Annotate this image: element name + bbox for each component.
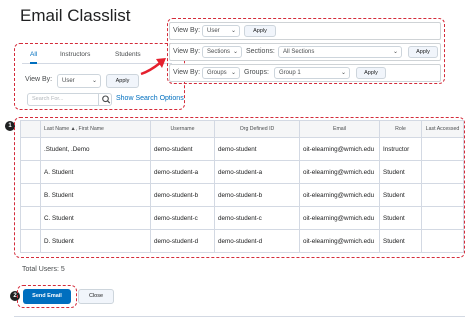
select-all-header (20, 120, 41, 138)
table-row[interactable]: A. Student demo-student-a demo-student-a… (20, 160, 464, 184)
groups-value: Group 1 (279, 70, 301, 76)
view-by-value: Groups (207, 70, 227, 76)
tab-instructors[interactable]: Instructors (60, 50, 90, 64)
email-cell: oit-elearning@wmich.edu (299, 206, 380, 230)
last-accessed-header[interactable]: Last Accessed (421, 120, 464, 138)
org-id-cell: demo-student-a (214, 160, 300, 184)
org-id-cell: demo-student-b (214, 183, 300, 207)
email-header[interactable]: Email (299, 120, 380, 138)
last-accessed-cell (421, 160, 464, 184)
view-by-select[interactable]: User ⌄ (57, 74, 101, 88)
sections-label: Sections: (246, 48, 275, 55)
apply-button[interactable]: Apply (244, 25, 276, 37)
last-accessed-cell (421, 183, 464, 207)
role-cell: Student (379, 160, 422, 184)
username-cell: demo-student-d (150, 229, 215, 253)
view-by-label: View By: (25, 76, 53, 83)
row-checkbox[interactable] (20, 206, 41, 230)
org-id-header[interactable]: Org Defined ID (214, 120, 300, 138)
table-row[interactable]: C. Student demo-student-c demo-student-c… (20, 206, 464, 230)
last-accessed-cell (421, 137, 464, 161)
view-by-select[interactable]: Sections ⌄ (202, 46, 242, 58)
view-by-label: View By: (173, 48, 201, 55)
close-button[interactable]: Close (78, 289, 114, 304)
view-by-value: User (207, 28, 220, 34)
row-checkbox[interactable] (20, 183, 41, 207)
apply-button[interactable]: Apply (106, 74, 139, 88)
username-cell: demo-student-b (150, 183, 215, 207)
footer-divider (14, 316, 465, 317)
table-row[interactable]: B. Student demo-student-b demo-student-b… (20, 183, 464, 207)
view-by-value: User (62, 78, 75, 84)
email-cell: oit-elearning@wmich.edu (299, 137, 380, 161)
chevron-down-icon: ⌄ (91, 78, 97, 84)
filter-variant-groups: View By: Groups ⌄ Groups: Group 1 ⌄ Appl… (169, 64, 441, 82)
search-icon (102, 95, 111, 104)
show-search-options-link[interactable]: Show Search Options (116, 95, 184, 102)
view-by-label: View By: (173, 27, 201, 34)
table-row[interactable]: D. Student demo-student-d demo-student-d… (20, 229, 464, 253)
sections-select[interactable]: All Sections ⌄ (278, 46, 402, 58)
name-cell: .Student, .Demo (40, 137, 151, 161)
name-cell: C. Student (40, 206, 151, 230)
classlist-table: Last Name ▲, First Name Username Org Def… (20, 120, 464, 253)
apply-button[interactable]: Apply (408, 46, 438, 58)
role-cell: Student (379, 206, 422, 230)
username-cell: demo-student (150, 137, 215, 161)
name-cell: B. Student (40, 183, 151, 207)
org-id-cell: demo-student-d (214, 229, 300, 253)
tab-students[interactable]: Students (115, 50, 141, 64)
chevron-down-icon: ⌄ (230, 28, 236, 34)
name-cell: D. Student (40, 229, 151, 253)
table-row[interactable]: .Student, .Demo demo-student demo-studen… (20, 137, 464, 161)
email-cell: oit-elearning@wmich.edu (299, 183, 380, 207)
role-header[interactable]: Role (379, 120, 422, 138)
view-by-select[interactable]: Groups ⌄ (202, 67, 240, 79)
username-header[interactable]: Username (150, 120, 215, 138)
filter-variant-user: View By: User ⌄ Apply (169, 22, 441, 40)
row-checkbox[interactable] (20, 160, 41, 184)
tab-all[interactable]: All (30, 50, 38, 64)
org-id-cell: demo-student-c (214, 206, 300, 230)
name-cell: A. Student (40, 160, 151, 184)
last-accessed-cell (421, 206, 464, 230)
view-by-value: Sections (207, 49, 231, 55)
chevron-down-icon: ⌄ (230, 70, 236, 76)
apply-button[interactable]: Apply (356, 67, 386, 79)
email-cell: oit-elearning@wmich.edu (299, 229, 380, 253)
groups-select[interactable]: Group 1 ⌄ (274, 67, 350, 79)
total-users: Total Users: 5 (22, 266, 65, 273)
search-button[interactable] (98, 93, 112, 106)
role-cell: Student (379, 229, 422, 253)
groups-label: Groups: (244, 69, 269, 76)
send-email-button[interactable]: Send Email (23, 289, 71, 304)
name-header[interactable]: Last Name ▲, First Name (40, 120, 151, 138)
role-cell: Instructor (379, 137, 422, 161)
page-title: Email Classlist (20, 6, 131, 25)
last-accessed-cell (421, 229, 464, 253)
org-id-cell: demo-student (214, 137, 300, 161)
filter-variant-sections: View By: Sections ⌄ Sections: All Sectio… (169, 43, 441, 61)
table-header-row: Last Name ▲, First Name Username Org Def… (20, 120, 464, 138)
chevron-down-icon: ⌄ (232, 49, 238, 55)
row-checkbox[interactable] (20, 229, 41, 253)
row-checkbox[interactable] (20, 137, 41, 161)
username-cell: demo-student-c (150, 206, 215, 230)
sections-value: All Sections (283, 49, 315, 55)
role-cell: Student (379, 183, 422, 207)
chevron-down-icon: ⌄ (340, 70, 346, 76)
view-by-select[interactable]: User ⌄ (202, 25, 240, 37)
email-cell: oit-elearning@wmich.edu (299, 160, 380, 184)
chevron-down-icon: ⌄ (392, 49, 398, 55)
view-by-label: View By: (173, 69, 201, 76)
username-cell: demo-student-a (150, 160, 215, 184)
